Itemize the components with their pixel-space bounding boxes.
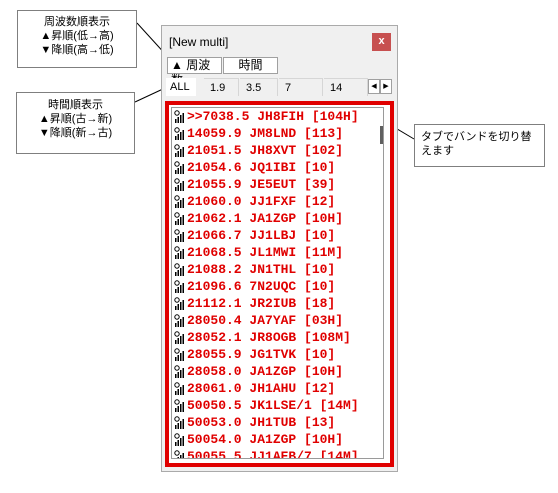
spot-text: 21088.2 JN1THL [10] <box>187 262 336 277</box>
spot-text: 50054.0 JA1ZGP [10H] <box>187 432 344 447</box>
time-sort-callout-desc: ▼降順(新→古) <box>38 127 113 139</box>
spot-row[interactable]: 21055.9 JE5EUT [39] <box>173 177 383 193</box>
spot-text: 21055.9 JE5EUT [39] <box>187 177 336 192</box>
spot-row[interactable]: 21066.7 JJ1LBJ [10] <box>173 228 383 244</box>
freq-sort-callout-desc: ▼降順(高→低) <box>40 44 114 56</box>
spot-row[interactable]: 50055.5 JJ1AEB/7 [14M] <box>173 449 383 459</box>
spot-text: 21096.6 7N2UQC [10] <box>187 279 336 294</box>
spot-text: 21062.1 JA1ZGP [10H] <box>187 211 344 226</box>
spot-text: 28052.1 JR8OGB [108M] <box>187 330 351 345</box>
signal-strength-icon <box>174 297 184 310</box>
spot-text: 21060.0 JJ1FXF [12] <box>187 194 336 209</box>
signal-strength-icon <box>174 416 184 429</box>
band-tabs: ALL 1.9 3.5 7 14 ◀ ▶ <box>166 78 396 96</box>
time-sort-callout-asc: ▲昇順(古→新) <box>38 113 113 125</box>
signal-strength-icon <box>174 127 184 140</box>
spot-row[interactable]: 21096.6 7N2UQC [10] <box>173 279 383 295</box>
signal-strength-icon <box>174 212 184 225</box>
spot-text: 28050.4 JA7YAF [03H] <box>187 313 344 328</box>
spot-row[interactable]: 50054.0 JA1ZGP [10H] <box>173 432 383 448</box>
tab-14[interactable]: 14 <box>324 78 368 96</box>
scrollbar-thumb[interactable] <box>380 126 383 144</box>
freq-sort-callout-asc: ▲昇順(低→高) <box>40 30 114 42</box>
spot-row[interactable]: 21112.1 JR2IUB [18] <box>173 296 383 312</box>
spot-text: 50053.0 JH1TUB [13] <box>187 415 336 430</box>
tab-1-9[interactable]: 1.9 <box>204 78 239 96</box>
signal-strength-icon <box>174 348 184 361</box>
tab-7[interactable]: 7 <box>279 78 323 96</box>
signal-strength-icon <box>174 178 184 191</box>
spot-row[interactable]: 50050.5 JK1LSE/1 [14M] <box>173 398 383 414</box>
time-sort-callout: 時間順表示 ▲昇順(古→新) ▼降順(新→古) <box>16 92 135 154</box>
spot-text: 28055.9 JG1TVK [10] <box>187 347 336 362</box>
spot-text: >>7038.5 JH8FIH [104H] <box>187 109 359 124</box>
spot-row[interactable]: 28052.1 JR8OGB [108M] <box>173 330 383 346</box>
close-button[interactable]: x <box>372 33 391 51</box>
spot-list-highlight: >>7038.5 JH8FIH [104H] 14059.9 JM8LND [11… <box>165 101 394 467</box>
spot-text: 28061.0 JH1AHU [12] <box>187 381 336 396</box>
spot-row[interactable]: >>7038.5 JH8FIH [104H] <box>173 109 383 125</box>
spot-row[interactable]: 50053.0 JH1TUB [13] <box>173 415 383 431</box>
spot-text: 21066.7 JJ1LBJ [10] <box>187 228 336 243</box>
signal-strength-icon <box>174 280 184 293</box>
signal-strength-icon <box>174 433 184 446</box>
freq-sort-callout: 周波数順表示 ▲昇順(低→高) ▼降順(高→低) <box>17 10 137 68</box>
window-title: [New multi] <box>169 35 229 49</box>
tab-3-5[interactable]: 3.5 <box>240 78 278 96</box>
signal-strength-icon <box>174 314 184 327</box>
tab-scroll-right-icon[interactable]: ▶ <box>380 79 392 94</box>
spot-row[interactable]: 28050.4 JA7YAF [03H] <box>173 313 383 329</box>
spot-text: 21054.6 JQ1IBI [10] <box>187 160 336 175</box>
spot-list-scrollbar[interactable] <box>377 108 389 460</box>
tab-switch-callout-line1: タブでバンドを切り替 <box>421 131 532 143</box>
time-sort-callout-title: 時間順表示 <box>48 99 103 111</box>
signal-strength-icon <box>174 110 184 123</box>
tab-all[interactable]: ALL <box>166 78 196 96</box>
signal-strength-icon <box>174 382 184 395</box>
spot-row[interactable]: 21062.1 JA1ZGP [10H] <box>173 211 383 227</box>
tab-switch-callout: タブでバンドを切り替 えます <box>414 124 545 167</box>
spot-text: 50055.5 JJ1AEB/7 [14M] <box>187 449 359 459</box>
spot-row[interactable]: 28058.0 JA1ZGP [10H] <box>173 364 383 380</box>
spot-row[interactable]: 28061.0 JH1AHU [12] <box>173 381 383 397</box>
spot-row[interactable]: 21054.6 JQ1IBI [10] <box>173 160 383 176</box>
sort-time-button[interactable]: 時間 <box>223 57 278 74</box>
signal-strength-icon <box>174 161 184 174</box>
spot-text: 14059.9 JM8LND [113] <box>187 126 344 141</box>
spot-text: 50050.5 JK1LSE/1 [14M] <box>187 398 359 413</box>
spot-list[interactable]: >>7038.5 JH8FIH [104H] 14059.9 JM8LND [11… <box>171 107 384 459</box>
spot-row[interactable]: 21088.2 JN1THL [10] <box>173 262 383 278</box>
spot-row[interactable]: 21051.5 JH8XVT [102] <box>173 143 383 159</box>
tab-switch-callout-line2: えます <box>421 145 454 157</box>
signal-strength-icon <box>174 365 184 378</box>
spot-row[interactable]: 28055.9 JG1TVK [10] <box>173 347 383 363</box>
spot-row[interactable]: 21060.0 JJ1FXF [12] <box>173 194 383 210</box>
signal-strength-icon <box>174 331 184 344</box>
spot-row[interactable]: 21068.5 JL1MWI [11M] <box>173 245 383 261</box>
tab-scroll-left-icon[interactable]: ◀ <box>368 79 380 94</box>
multi-window: [New multi] x ▲ 周波数 時間 ALL 1.9 3.5 7 14 … <box>161 25 398 472</box>
signal-strength-icon <box>174 144 184 157</box>
signal-strength-icon <box>174 263 184 276</box>
spot-text: 28058.0 JA1ZGP [10H] <box>187 364 344 379</box>
sort-frequency-button[interactable]: ▲ 周波数 <box>167 57 222 87</box>
freq-sort-callout-title: 周波数順表示 <box>44 16 110 28</box>
spot-text: 21051.5 JH8XVT [102] <box>187 143 344 158</box>
signal-strength-icon <box>174 195 184 208</box>
signal-strength-icon <box>174 246 184 259</box>
spot-text: 21112.1 JR2IUB [18] <box>187 296 336 311</box>
signal-strength-icon <box>174 450 184 458</box>
spot-text: 21068.5 JL1MWI [11M] <box>187 245 344 260</box>
spot-row[interactable]: 14059.9 JM8LND [113] <box>173 126 383 142</box>
signal-strength-icon <box>174 229 184 242</box>
signal-strength-icon <box>174 399 184 412</box>
